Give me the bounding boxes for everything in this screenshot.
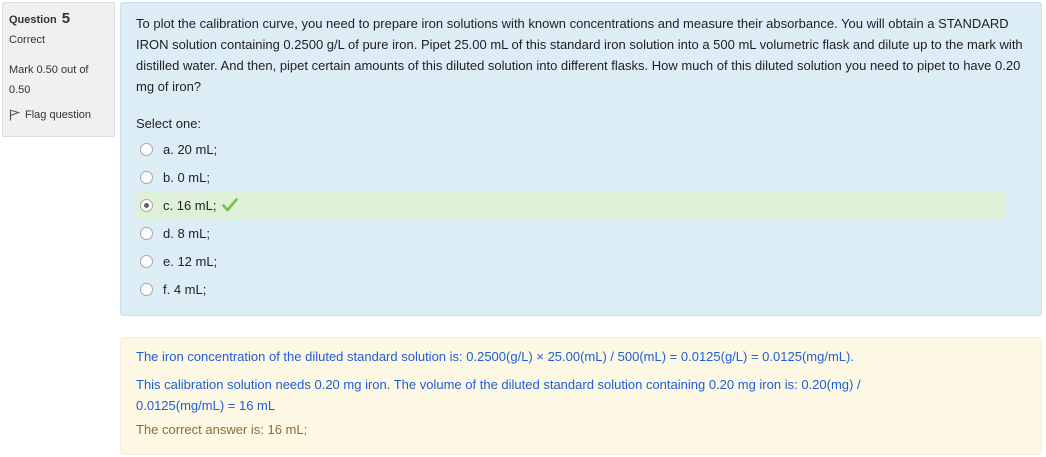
answer-option-b[interactable]: b. 0 mL;	[136, 163, 1006, 191]
question-info-panel: Question 5 Correct Mark 0.50 out of 0.50…	[2, 2, 115, 137]
flag-question-label: Flag question	[25, 109, 92, 121]
flag-question-button[interactable]: Flag question	[9, 108, 108, 122]
question-number-heading: Question 5	[9, 10, 108, 29]
question-number: 5	[61, 10, 71, 27]
right-answer: The correct answer is: 16 mL;	[136, 422, 308, 437]
radio-button[interactable]	[140, 282, 153, 296]
answer-prompt: Select one:	[136, 116, 202, 131]
answer-label: a. 20 mL;	[163, 141, 218, 157]
answer-option-c[interactable]: c. 16 mL;	[136, 191, 1006, 219]
feedback-panel: The iron concentration of the diluted st…	[120, 337, 1042, 455]
radio-button[interactable]	[140, 254, 153, 268]
question-state: Correct	[9, 34, 46, 46]
flag-icon	[9, 109, 20, 121]
radio-button-selected[interactable]	[140, 198, 153, 212]
answer-label: f. 4 mL;	[163, 281, 207, 297]
radio-button[interactable]	[140, 226, 153, 240]
answer-label: d. 8 mL;	[163, 225, 210, 241]
answer-option-a[interactable]: a. 20 mL;	[136, 135, 1006, 163]
question-formulation: To plot the calibration curve, you need …	[120, 2, 1042, 316]
correct-checkmark-icon	[222, 198, 239, 212]
radio-button[interactable]	[140, 170, 153, 184]
question-grade: Mark 0.50 out of 0.50	[9, 64, 89, 96]
radio-button[interactable]	[140, 142, 153, 156]
answer-option-f[interactable]: f. 4 mL;	[136, 275, 1006, 303]
answer-label: e. 12 mL;	[163, 253, 218, 269]
question-label: Question	[9, 14, 57, 26]
answer-option-e[interactable]: e. 12 mL;	[136, 247, 1006, 275]
feedback-line-2: This calibration solution needs 0.20 mg …	[136, 377, 861, 413]
answer-option-d[interactable]: d. 8 mL;	[136, 219, 1006, 247]
answer-label: c. 16 mL;	[163, 197, 217, 213]
feedback-line-1: The iron concentration of the diluted st…	[136, 349, 854, 364]
question-text: To plot the calibration curve, you need …	[136, 16, 1023, 94]
answer-label: b. 0 mL;	[163, 169, 210, 185]
